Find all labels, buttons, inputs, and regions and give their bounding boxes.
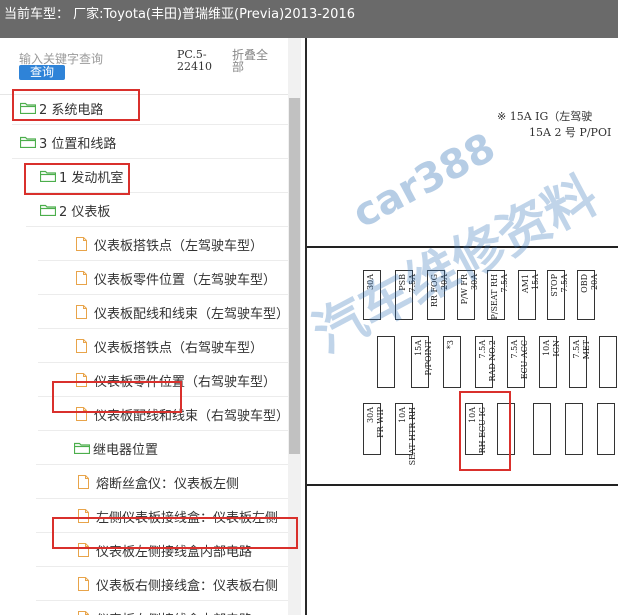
search-area: 查询 PC.5-22410 折叠全部 xyxy=(0,38,303,94)
note-line-2: 15A 2 号 P/POI xyxy=(529,126,612,139)
fuse-label: PSB xyxy=(398,274,407,291)
tree-item[interactable]: 继电器位置 xyxy=(36,431,288,465)
fuse-label: 20A xyxy=(440,274,449,290)
highlight-box xyxy=(24,163,130,195)
tree-item-label: 继电器位置 xyxy=(93,442,159,458)
fuse-label: 7.5A xyxy=(510,340,519,359)
tree-item-label: 仪表板右侧接线盒：仪表板右侧 xyxy=(96,578,279,594)
fuse-label: *3 xyxy=(446,340,455,350)
tree-item-label: 3 位置和线路 xyxy=(39,136,117,152)
tree-item-label: 仪表板右侧接线盒内部电路 xyxy=(96,609,252,615)
folder-icon xyxy=(19,136,37,149)
fuse-label: 15A xyxy=(531,274,540,290)
search-button[interactable]: 查询 xyxy=(19,65,65,80)
tree-item-label: 仪表板搭铁点（左驾驶车型） xyxy=(94,238,264,254)
fuse-label: P/W FR xyxy=(460,274,469,305)
fuse-label: 7.5A xyxy=(572,340,581,359)
fuse-label: 20A xyxy=(590,274,599,290)
highlight-box xyxy=(52,381,182,413)
current-vehicle-title: 当前车型： 厂家:Toyota(丰田)普瑞维亚(Previa)2013-2016 xyxy=(4,7,355,22)
fuse-label: OBD xyxy=(580,274,589,293)
fuse-label: P/POINT xyxy=(424,340,433,376)
fuse-label: 30A xyxy=(366,407,375,423)
fuse-label: IGN xyxy=(552,340,561,357)
tree-item[interactable]: 2 仪表板 xyxy=(26,193,288,227)
tree-item-label: 2 仪表板 xyxy=(59,204,111,220)
pc-code-label: PC.5-22410 xyxy=(177,48,212,73)
fuse-label: STOP xyxy=(550,274,559,297)
fuse xyxy=(565,403,583,455)
document-icon xyxy=(78,611,89,615)
tree-item[interactable]: 3 位置和线路 xyxy=(12,125,288,159)
fuse-label: 7.5A xyxy=(560,274,569,293)
fuse-label: 7.5A xyxy=(500,274,509,293)
collapse-all-button[interactable]: 折叠全部 xyxy=(232,49,274,73)
highlight-box xyxy=(52,517,298,549)
tree-item[interactable]: 仪表板配线和线束（左驾驶车型） xyxy=(38,295,290,329)
document-viewer[interactable]: ※ 15A IG（左驾驶 15A 2 号 P/POI 30A PSB 7.5A RR … xyxy=(305,38,618,615)
fuse-label: ECU-ACC xyxy=(520,340,529,380)
folder-icon xyxy=(73,442,91,455)
fuse xyxy=(377,336,395,388)
fuse-label: 7.5A xyxy=(408,274,417,293)
fuse-label: 30A xyxy=(366,274,375,290)
fuse xyxy=(533,403,551,455)
tree-item-label: 仪表板配线和线束（左驾驶车型） xyxy=(94,306,290,322)
document-icon xyxy=(76,271,87,285)
fuse-label: 10A xyxy=(542,340,551,356)
document-icon xyxy=(76,339,87,353)
tree-item[interactable]: 仪表板右侧接线盒内部电路 xyxy=(78,601,288,615)
tree-item[interactable]: 仪表板零件位置（左驾驶车型） xyxy=(38,261,288,295)
tree-item[interactable]: 仪表板搭铁点（左驾驶车型） xyxy=(38,227,288,261)
fuse xyxy=(597,403,615,455)
fuse-label: 7.5A xyxy=(478,340,487,359)
fuse-label: RAD NO.2 xyxy=(488,340,497,382)
document-icon xyxy=(78,577,89,591)
fuse-label: AM1 xyxy=(521,274,530,294)
fuse-label: SEAT HTR RH xyxy=(408,407,417,466)
sidebar: 查询 PC.5-22410 折叠全部 2 系统电路3 位置和线路1 发动机室2 … xyxy=(0,38,303,615)
fuse-label: FR WIP xyxy=(376,407,385,438)
folder-icon xyxy=(39,204,57,217)
fuse-label: 30A xyxy=(470,274,479,290)
scrollbar-thumb[interactable] xyxy=(289,98,300,454)
fuse-label: RR FOG xyxy=(430,274,439,308)
fuse-highlight-box xyxy=(459,391,511,471)
tree-item-label: 仪表板搭铁点（右驾驶车型） xyxy=(94,340,264,356)
fuse-label: MET xyxy=(582,340,591,360)
document-icon xyxy=(76,237,87,251)
fuse xyxy=(599,336,617,388)
document-icon xyxy=(76,305,87,319)
tree-item[interactable]: 仪表板右侧接线盒：仪表板右侧 xyxy=(36,567,288,601)
fuse-label: P/SEAT RH xyxy=(490,274,499,320)
note-line-1: ※ 15A IG（左驾驶 xyxy=(497,110,593,123)
tree-item-label: 熔断丝盒仪：仪表板左侧 xyxy=(96,476,240,492)
fuse-label: 10A xyxy=(398,407,407,423)
top-bar: 当前车型： 厂家:Toyota(丰田)普瑞维亚(Previa)2013-2016 xyxy=(0,0,618,38)
tree-item[interactable]: 熔断丝盒仪：仪表板左侧 xyxy=(36,465,288,499)
tree-item[interactable]: 仪表板搭铁点（右驾驶车型） xyxy=(38,329,288,363)
tree-item-label: 仪表板零件位置（左驾驶车型） xyxy=(94,272,277,288)
watermark-site: car388 xyxy=(345,124,503,238)
fuse-label: 15A xyxy=(414,340,423,356)
highlight-box xyxy=(12,89,140,121)
document-icon xyxy=(78,475,89,489)
